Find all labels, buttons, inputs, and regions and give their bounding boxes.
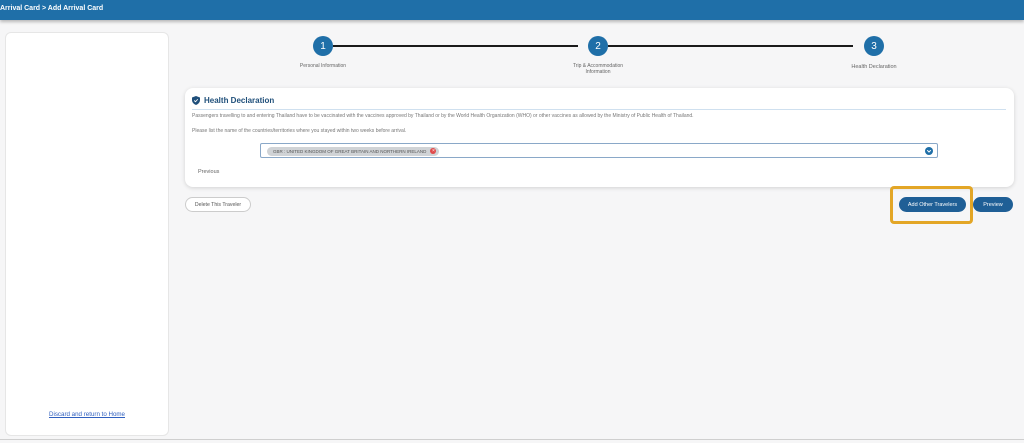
discard-return-home-link[interactable]: Discard and return to Home	[6, 411, 168, 418]
breadcrumb: Arrival Card > Add Arrival Card	[0, 5, 104, 12]
step-1-circle[interactable]: 1	[313, 36, 333, 56]
preview-button[interactable]: Preview	[973, 197, 1013, 212]
progress-stepper: 1 Personal Information 2 Trip & Accommod…	[185, 32, 1015, 84]
selected-country-label: GBR : UNITED KINGDOM OF GREAT BRITAIN AN…	[273, 148, 427, 154]
card-title: Health Declaration	[204, 95, 275, 105]
bottom-divider	[0, 439, 1024, 440]
card-heading: Health Declaration	[192, 95, 274, 105]
chevron-down-icon[interactable]	[925, 147, 933, 155]
heading-divider	[192, 109, 1006, 110]
selected-country-chip: GBR : UNITED KINGDOM OF GREAT BRITAIN AN…	[267, 146, 440, 156]
previous-link[interactable]: Previous	[198, 169, 219, 175]
vaccination-notice: Passengers travelling to and entering Th…	[192, 113, 694, 119]
sidebar: Discard and return to Home	[5, 32, 169, 436]
health-declaration-card: Health Declaration Passengers travelling…	[185, 88, 1014, 187]
step-connector-2-3	[608, 45, 853, 47]
step-3-label-line-1: Health Declaration	[851, 64, 897, 70]
top-bar: Arrival Card > Add Arrival Card	[0, 0, 1024, 20]
step-2-label: Trip & Accommodation Information	[558, 63, 638, 75]
add-other-travelers-button[interactable]: Add Other Travelers	[899, 197, 966, 212]
countries-prompt: Please list the name of the countries/te…	[192, 128, 407, 134]
step-2-number: 2	[595, 40, 601, 52]
step-2-circle[interactable]: 2	[588, 36, 608, 56]
countries-select[interactable]: GBR : UNITED KINGDOM OF GREAT BRITAIN AN…	[260, 143, 938, 158]
step-3-label: Health Declaration	[834, 64, 914, 70]
step-1-number: 1	[320, 40, 326, 52]
delete-traveler-button[interactable]: Delete This Traveler	[185, 197, 251, 212]
step-3-circle[interactable]: 3	[864, 36, 884, 56]
shield-icon	[192, 95, 200, 105]
step-connector-1-2	[333, 45, 578, 47]
step-2-label-line-2: Information	[585, 69, 611, 75]
step-3-number: 3	[871, 40, 877, 52]
step-1-label-line-1: Personal Information	[299, 63, 347, 69]
step-1-label: Personal Information	[283, 63, 363, 69]
close-icon[interactable]: ×	[430, 148, 437, 154]
